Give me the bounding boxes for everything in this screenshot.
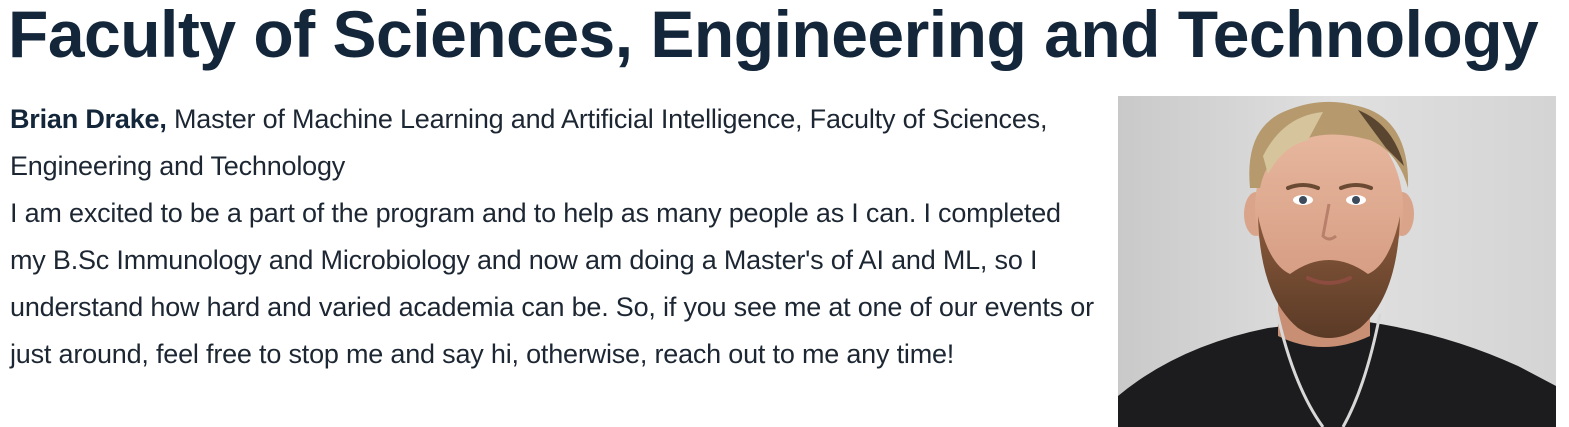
profile-name: Brian Drake, <box>10 104 167 134</box>
page-heading: Faculty of Sciences, Engineering and Tec… <box>8 0 1539 71</box>
profile-text: Brian Drake, Master of Machine Learning … <box>10 96 1100 378</box>
profile-photo <box>1118 96 1556 427</box>
portrait-illustration <box>1118 96 1556 427</box>
profile-intro: Brian Drake, Master of Machine Learning … <box>10 96 1100 190</box>
profile-bio: I am excited to be a part of the program… <box>10 198 1094 369</box>
